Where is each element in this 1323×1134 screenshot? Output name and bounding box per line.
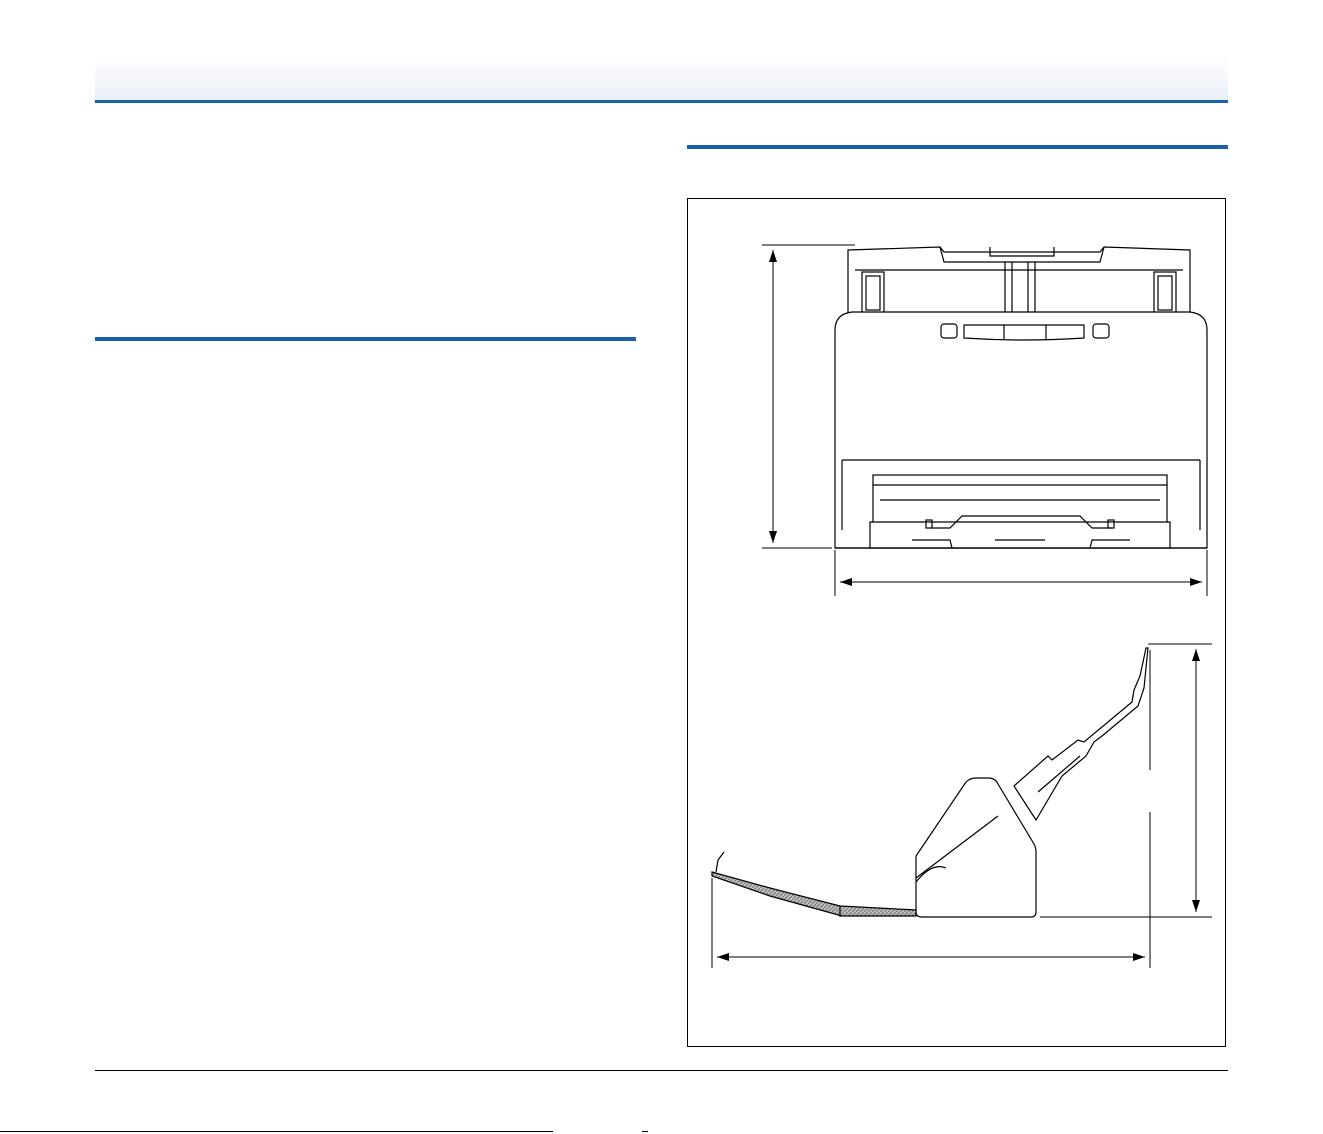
bottom-edge-tick: [642, 1131, 648, 1132]
front-width-dimension: [834, 550, 1208, 596]
footer-rule: [95, 1070, 1228, 1071]
scanner-front-view: [834, 246, 1208, 549]
bottom-edge-rule: [0, 1131, 553, 1132]
scanner-side-view: [711, 647, 1149, 918]
side-depth-dimension: [711, 650, 1151, 968]
side-height-dimension: [1040, 643, 1212, 918]
scanner-dimensions-drawing: [711, 244, 1212, 968]
